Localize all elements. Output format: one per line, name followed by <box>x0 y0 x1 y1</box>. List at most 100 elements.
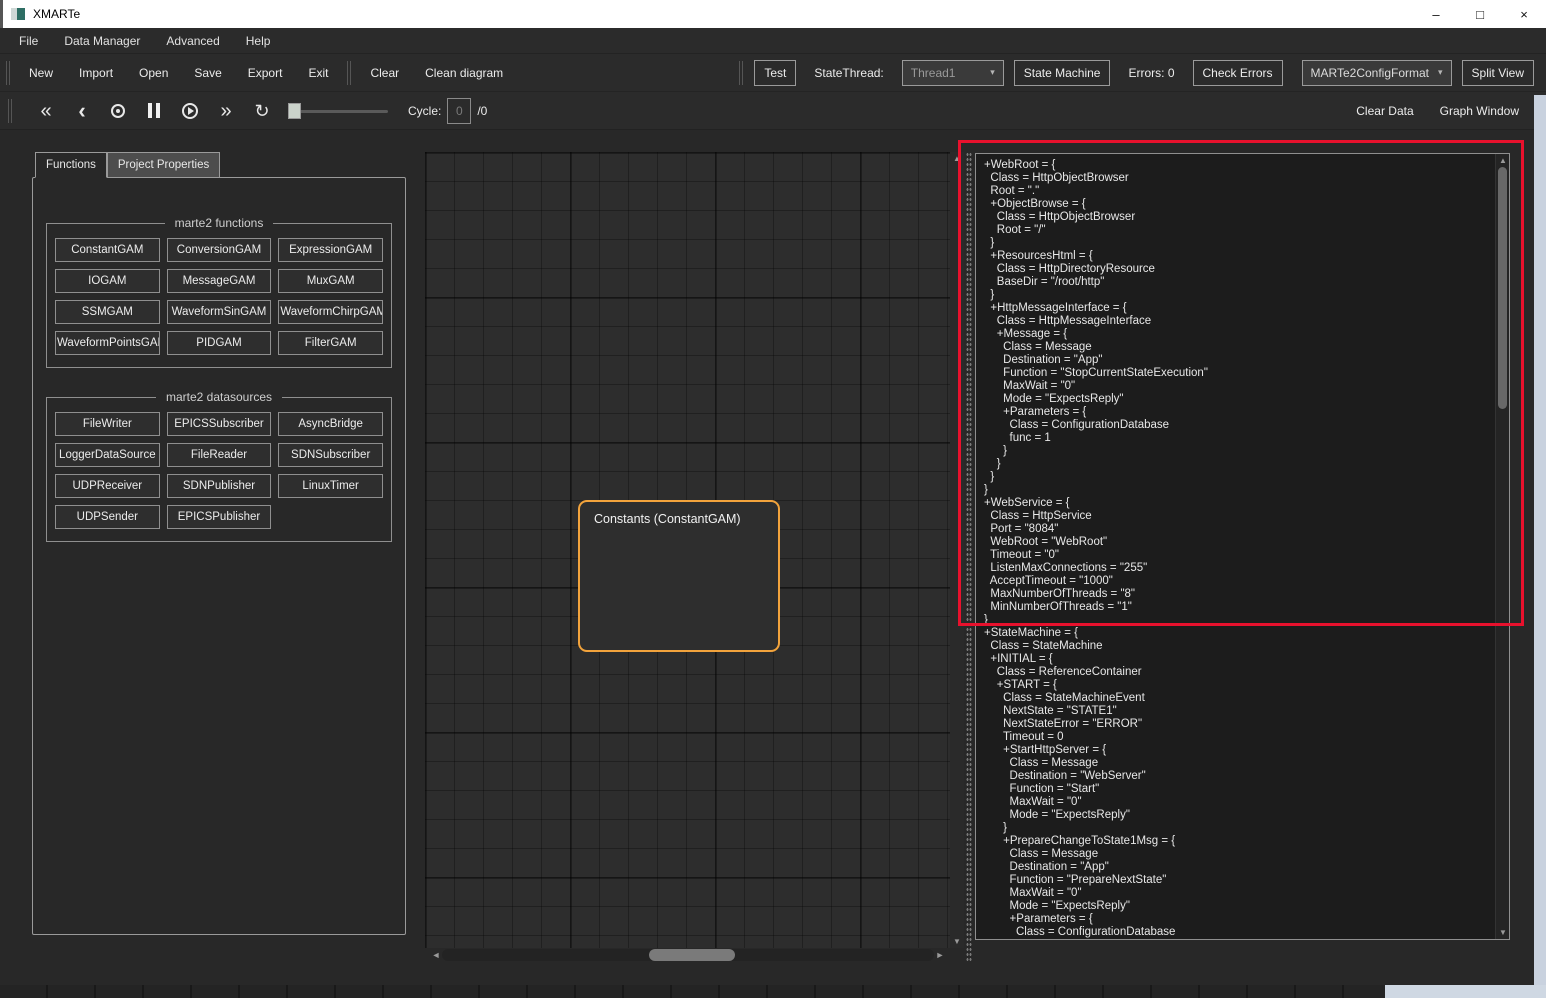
tab-functions[interactable]: Functions <box>35 152 107 178</box>
toolbar-drag-handle[interactable] <box>8 99 12 123</box>
toolbar-button[interactable]: Export <box>235 66 296 80</box>
diagram-canvas[interactable]: Constants (ConstantGAM) <box>425 152 950 948</box>
menu-item[interactable]: File <box>6 28 51 53</box>
canvas-vertical-scrollbar[interactable]: ▲ ▼ <box>950 152 964 948</box>
toolbar-button[interactable]: New <box>16 66 66 80</box>
canvas-horizontal-scrollbar[interactable]: ◄ ► <box>430 948 946 962</box>
datasource-button[interactable]: LinuxTimer <box>278 474 383 498</box>
datasource-button[interactable]: FileWriter <box>55 412 160 436</box>
scroll-down-icon[interactable]: ▼ <box>1496 928 1510 937</box>
toolbar-button[interactable]: Save <box>181 66 234 80</box>
config-line: Destination = "WebServer" <box>984 770 1495 783</box>
toolbar-drag-handle[interactable] <box>739 61 743 85</box>
split-view-button[interactable]: Split View <box>1462 60 1534 86</box>
config-line: WebRoot = "WebRoot" <box>984 536 1495 549</box>
function-button[interactable]: MessageGAM <box>167 269 272 293</box>
minimize-button[interactable]: – <box>1414 0 1458 28</box>
datasource-button[interactable]: LoggerDataSource <box>55 443 160 467</box>
function-button[interactable]: ExpressionGAM <box>278 238 383 262</box>
menu-item[interactable]: Advanced <box>153 28 232 53</box>
functions-panel: marte2 functions ConstantGAM ConversionGA… <box>32 177 406 935</box>
config-format-value: MARTe2ConfigFormat <box>1311 66 1430 80</box>
datasource-button[interactable]: EPICSSubscriber <box>167 412 272 436</box>
cycle-label: Cycle: <box>408 104 441 118</box>
clear-data-button[interactable]: Clear Data <box>1343 104 1426 118</box>
check-errors-button[interactable]: Check Errors <box>1193 60 1283 86</box>
pause-icon[interactable] <box>136 103 172 118</box>
maximize-button[interactable]: □ <box>1458 0 1502 28</box>
scroll-up-icon[interactable]: ▲ <box>950 154 964 163</box>
constant-gam-node[interactable]: Constants (ConstantGAM) <box>578 500 780 652</box>
record-icon[interactable] <box>100 104 136 118</box>
menu-item[interactable]: Data Manager <box>51 28 153 53</box>
toolbar-button[interactable]: Exit <box>295 66 341 80</box>
close-button[interactable]: × <box>1502 0 1546 28</box>
function-button[interactable]: ConstantGAM <box>55 238 160 262</box>
cycle-slider[interactable] <box>288 103 388 119</box>
chevron-down-icon: ▾ <box>990 67 995 78</box>
datasource-button[interactable]: UDPSender <box>55 505 160 529</box>
function-button[interactable]: FilterGAM <box>278 331 383 355</box>
scroll-left-icon[interactable]: ◄ <box>430 950 442 960</box>
function-button[interactable]: WaveformSinGAM <box>167 300 272 324</box>
datasource-button[interactable]: FileReader <box>167 443 272 467</box>
skip-forward-icon[interactable]: » <box>208 101 244 121</box>
function-button[interactable]: SSMGAM <box>55 300 160 324</box>
reload-icon[interactable]: ↻ <box>244 101 280 121</box>
functions-group-title: marte2 functions <box>165 216 274 230</box>
state-machine-button[interactable]: State Machine <box>1014 60 1111 86</box>
config-line: NextStateError = "ERROR" <box>984 718 1495 731</box>
panel-splitter-handle[interactable] <box>966 152 972 962</box>
thread-select[interactable]: Thread1 ▾ <box>902 60 1004 86</box>
datasource-button[interactable]: SDNSubscriber <box>278 443 383 467</box>
step-back-icon[interactable]: ‹ <box>64 101 100 121</box>
config-line: +WebRoot = { <box>984 159 1495 172</box>
toolbar-button[interactable]: Clean diagram <box>412 66 516 80</box>
function-button[interactable]: IOGAM <box>55 269 160 293</box>
config-editor[interactable]: +WebRoot = { Class = HttpObjectBrowser R… <box>975 153 1510 940</box>
config-line: +WebService = { <box>984 497 1495 510</box>
config-line: +PrepareChangeToState1Msg = { <box>984 835 1495 848</box>
tab-project-properties[interactable]: Project Properties <box>107 152 220 178</box>
function-button[interactable]: WaveformPointsGAM <box>55 331 160 355</box>
toolbar-button[interactable]: Open <box>126 66 181 80</box>
datasource-button[interactable]: UDPReceiver <box>55 474 160 498</box>
window-title: XMARTe <box>33 7 80 21</box>
function-button[interactable]: ConversionGAM <box>167 238 272 262</box>
app-icon <box>11 8 25 20</box>
scroll-up-icon[interactable]: ▲ <box>1496 156 1510 165</box>
function-button[interactable]: MuxGAM <box>278 269 383 293</box>
toolbar-drag-handle[interactable] <box>6 61 10 85</box>
menu-bar: FileData ManagerAdvancedHelp <box>0 28 1546 54</box>
toolbar-button[interactable]: Clear <box>357 66 412 80</box>
config-text[interactable]: +WebRoot = { Class = HttpObjectBrowser R… <box>976 154 1495 939</box>
skip-to-start-icon[interactable]: « <box>28 101 64 121</box>
main-area: Functions Project Properties marte2 func… <box>0 130 1546 985</box>
menu-item[interactable]: Help <box>233 28 284 53</box>
config-vertical-scrollbar[interactable]: ▲ ▼ <box>1495 154 1509 939</box>
scroll-down-icon[interactable]: ▼ <box>950 937 964 946</box>
config-line: +StartHttpServer = { <box>984 744 1495 757</box>
toolbar-drag-handle[interactable] <box>347 61 351 85</box>
cycle-input[interactable]: 0 <box>447 98 471 124</box>
datasource-button[interactable]: EPICSPublisher <box>167 505 272 529</box>
config-line: Class = StateMachine <box>984 640 1495 653</box>
scroll-right-icon[interactable]: ► <box>934 950 946 960</box>
function-button[interactable]: PIDGAM <box>167 331 272 355</box>
play-icon[interactable] <box>172 103 208 119</box>
scrollbar-thumb[interactable] <box>649 949 735 961</box>
errors-count-label: Errors: 0 <box>1115 66 1187 80</box>
scrollbar-track[interactable] <box>442 949 934 961</box>
test-button[interactable]: Test <box>754 60 796 86</box>
datasource-button[interactable]: SDNPublisher <box>167 474 272 498</box>
config-line: +ObjectBrowse = { <box>984 198 1495 211</box>
config-line: +Parameters = { <box>984 913 1495 926</box>
function-button[interactable]: WaveformChirpGAM <box>278 300 383 324</box>
graph-window-button[interactable]: Graph Window <box>1427 104 1532 118</box>
slider-handle[interactable] <box>288 103 301 119</box>
config-format-select[interactable]: MARTe2ConfigFormat ▾ <box>1302 60 1452 86</box>
datasource-button[interactable]: AsyncBridge <box>278 412 383 436</box>
config-line: Function = "PrepareNextState" <box>984 874 1495 887</box>
toolbar-button[interactable]: Import <box>66 66 126 80</box>
scrollbar-thumb[interactable] <box>1498 167 1507 409</box>
